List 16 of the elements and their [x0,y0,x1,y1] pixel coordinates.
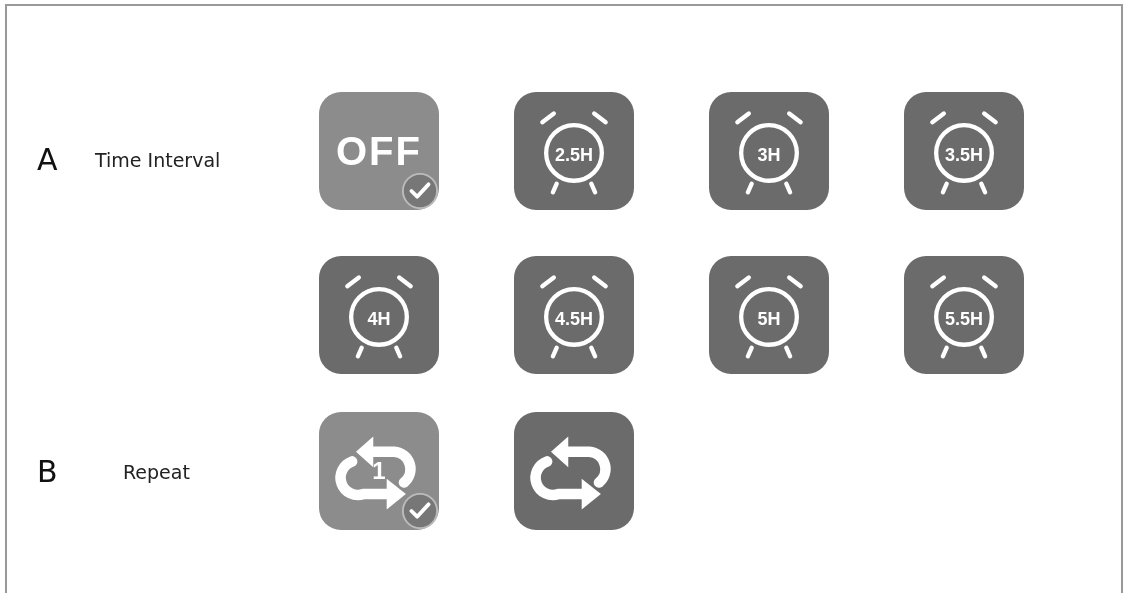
interval-button[interactable]: 4.5H [514,256,634,374]
section-label: Time Interval [95,148,221,171]
checkmark-icon [401,172,439,210]
interval-button[interactable]: 5H [709,256,829,374]
off-button[interactable]: OFF [319,92,439,210]
interval-button[interactable]: 3H [709,92,829,210]
interval-button[interactable]: 5.5H [904,256,1024,374]
repeat-button[interactable] [514,412,634,530]
interval-button[interactable]: 3.5H [904,92,1024,210]
repeat-button[interactable]: 1 [319,412,439,530]
section-label: Repeat [123,460,190,483]
section-letter: B [37,454,59,489]
checkmark-icon [401,492,439,530]
interval-button[interactable]: 2.5H [514,92,634,210]
section-letter: A [37,142,59,177]
interval-button[interactable]: 4H [319,256,439,374]
